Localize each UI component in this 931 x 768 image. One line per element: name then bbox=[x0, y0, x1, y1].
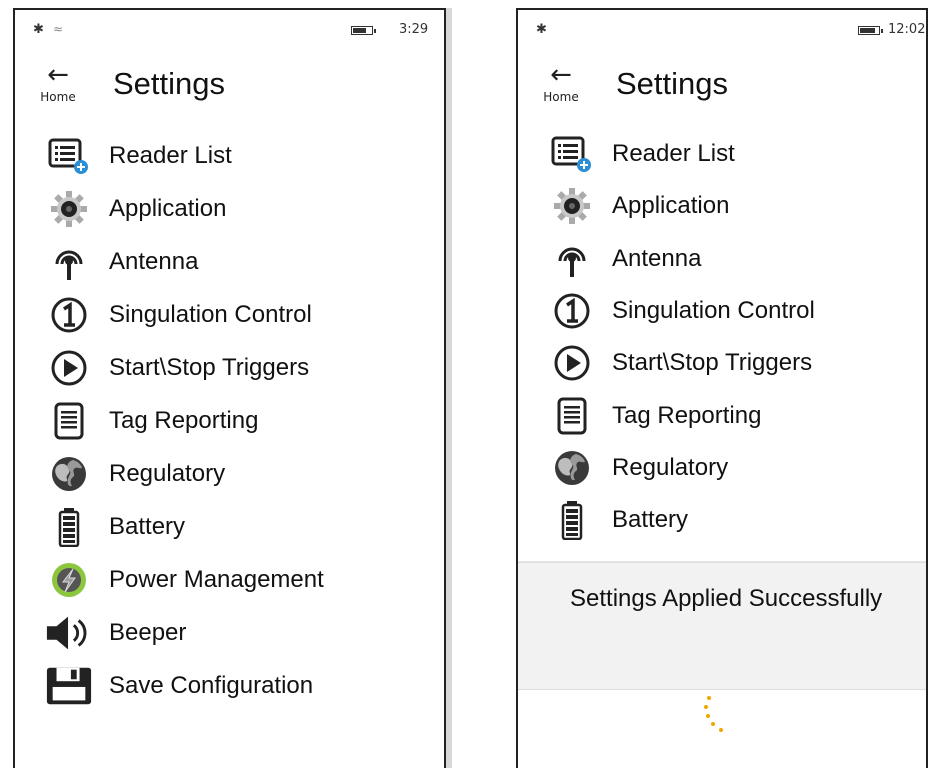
report-icon bbox=[45, 401, 93, 441]
menu-item-label: Reader List bbox=[612, 140, 735, 167]
menu-item-label: Application bbox=[109, 195, 227, 222]
battery-icon bbox=[45, 507, 93, 547]
menu-item-label: Regulatory bbox=[612, 453, 729, 481]
menu-item[interactable]: Antenna bbox=[548, 237, 701, 281]
page-title: Settings bbox=[113, 66, 226, 101]
menu-item[interactable]: Reader List bbox=[45, 134, 232, 178]
menu-item-label: Power Management bbox=[109, 566, 324, 593]
menu-item-label: Start\Stop Triggers bbox=[612, 349, 813, 377]
number-one-icon bbox=[45, 295, 93, 335]
reader-list-icon bbox=[548, 134, 596, 174]
menu-item-label: Singulation Control bbox=[612, 296, 815, 324]
antenna-icon bbox=[45, 242, 93, 282]
reader-list-icon bbox=[45, 136, 93, 176]
speaker-icon bbox=[45, 613, 93, 653]
menu-item-label: Antenna bbox=[109, 248, 199, 275]
right-phone-screen: ✱ 12:02 ← Home Settings Reader List Appli… bbox=[516, 8, 928, 768]
menu-item[interactable]: Battery bbox=[45, 505, 185, 549]
menu-item[interactable]: Antenna bbox=[45, 240, 198, 284]
menu-item-label: Antenna bbox=[612, 244, 702, 272]
play-icon bbox=[548, 343, 596, 383]
report-icon bbox=[548, 396, 596, 436]
menu-item[interactable]: Regulatory bbox=[548, 446, 728, 490]
gear-icon bbox=[548, 186, 596, 226]
menu-item-label: Beeper bbox=[109, 619, 187, 646]
menu-item[interactable]: Start\Stop Triggers bbox=[548, 341, 812, 385]
menu-item[interactable]: Tag Reporting bbox=[548, 394, 761, 438]
battery-status-icon bbox=[858, 26, 883, 35]
menu-item[interactable]: Singulation Control bbox=[548, 289, 815, 333]
menu-item[interactable]: Beeper bbox=[45, 611, 186, 655]
back-arrow-icon: ← bbox=[550, 60, 572, 90]
play-icon bbox=[45, 348, 93, 388]
globe-icon bbox=[45, 454, 93, 494]
menu-item[interactable]: Reader List bbox=[548, 132, 735, 176]
page-title: Settings bbox=[616, 66, 729, 101]
back-label: Home bbox=[40, 90, 76, 104]
battery-icon bbox=[548, 500, 596, 541]
battery-status-icon bbox=[351, 26, 376, 35]
left-phone-screen: ✱ ≈ 3:29 ← Home Settings Reader List Appl… bbox=[13, 8, 446, 768]
menu-item-label: Start\Stop Triggers bbox=[109, 354, 310, 381]
menu-item-label: Singulation Control bbox=[109, 301, 312, 328]
menu-item-label: Save Configuration bbox=[109, 672, 314, 699]
status-bar: ✱ ≈ 3:29 bbox=[15, 22, 444, 42]
back-label: Home bbox=[543, 90, 579, 104]
back-button[interactable]: ← Home bbox=[33, 62, 83, 104]
menu-item[interactable]: Singulation Control bbox=[45, 293, 312, 337]
loading-spinner bbox=[703, 696, 733, 736]
menu-item[interactable]: Tag Reporting bbox=[45, 399, 258, 443]
toast-notification: Settings Applied Successfully bbox=[518, 562, 926, 690]
antenna-icon bbox=[548, 239, 596, 279]
gear-icon bbox=[45, 189, 93, 229]
menu-item[interactable]: Power Management bbox=[45, 558, 324, 602]
menu-item[interactable]: Regulatory bbox=[45, 452, 225, 496]
menu-item[interactable]: Application bbox=[548, 184, 729, 228]
bluetooth-icon: ✱ bbox=[536, 22, 547, 37]
toast-message: Settings Applied Successfully bbox=[570, 585, 883, 612]
clock: 3:29 bbox=[399, 22, 429, 37]
menu-item[interactable]: Save Configuration bbox=[45, 664, 313, 708]
globe-icon bbox=[548, 448, 596, 488]
back-arrow-icon: ← bbox=[47, 60, 69, 90]
menu-item-label: Battery bbox=[612, 506, 689, 534]
back-button[interactable]: ← Home bbox=[536, 62, 586, 104]
menu-item-label: Application bbox=[612, 192, 730, 220]
menu-item-label: Reader List bbox=[109, 142, 232, 169]
menu-item-label: Battery bbox=[109, 513, 186, 540]
menu-item-label: Regulatory bbox=[109, 460, 226, 487]
number-one-icon bbox=[548, 291, 596, 331]
status-bar: ✱ 12:02 bbox=[518, 22, 926, 42]
save-icon bbox=[45, 666, 93, 706]
menu-item[interactable]: Application bbox=[45, 187, 226, 231]
bluetooth-icon: ✱ bbox=[33, 22, 44, 37]
menu-item[interactable]: Battery bbox=[548, 498, 688, 542]
menu-item-label: Tag Reporting bbox=[612, 401, 762, 429]
clock: 12:02 bbox=[888, 22, 926, 37]
wifi-icon: ≈ bbox=[53, 22, 64, 36]
power-icon bbox=[45, 560, 93, 600]
menu-item[interactable]: Start\Stop Triggers bbox=[45, 346, 309, 390]
menu-item-label: Tag Reporting bbox=[109, 407, 259, 434]
